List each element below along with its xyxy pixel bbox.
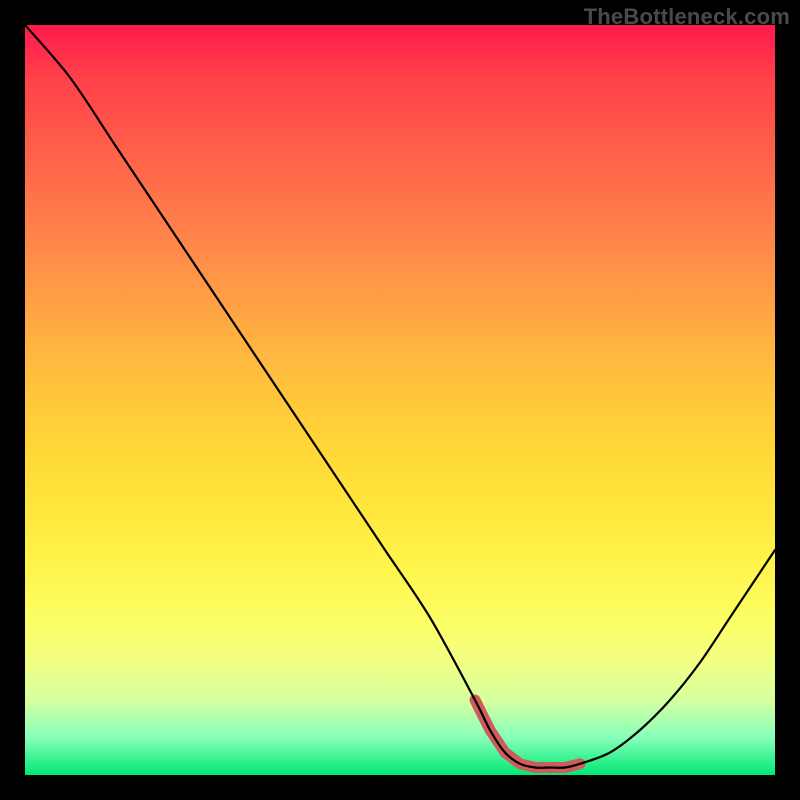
bottleneck-chart <box>25 25 775 775</box>
bottleneck-curve <box>25 25 775 768</box>
watermark-label: TheBottleneck.com <box>584 4 790 30</box>
optimal-range-highlight <box>475 700 580 768</box>
